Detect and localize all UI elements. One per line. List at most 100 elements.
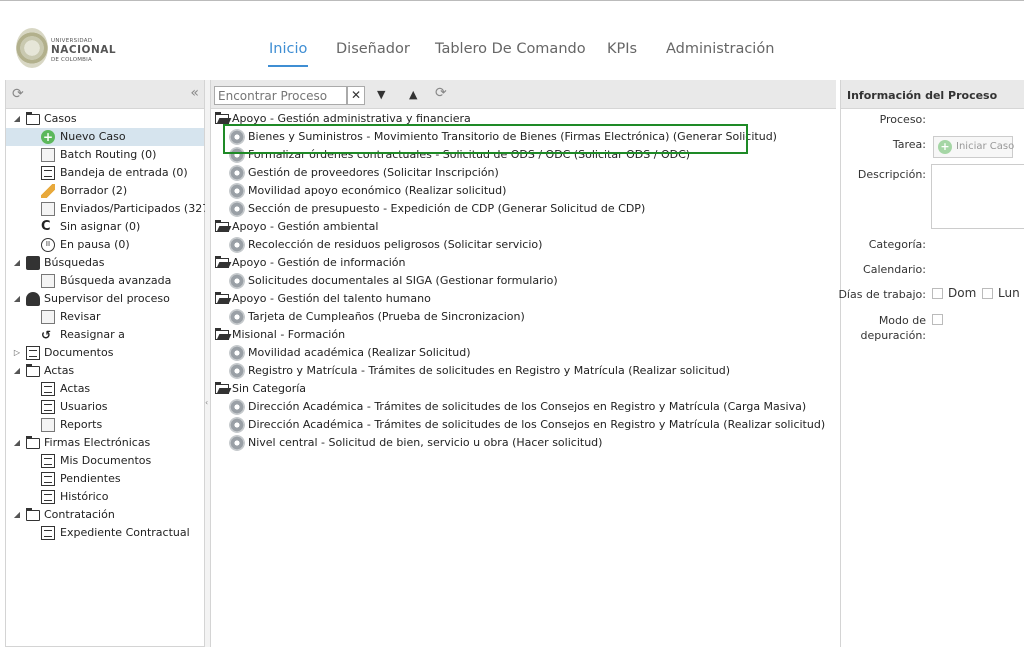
inbox-icon (41, 166, 55, 180)
open-folder-icon (215, 220, 229, 232)
gear-icon (229, 273, 245, 289)
nav-disenador[interactable]: Diseñador (336, 41, 410, 57)
nav-kpis[interactable]: KPIs (607, 41, 637, 57)
collapse-triangle-icon[interactable]: ◢ (12, 110, 22, 128)
sidebar-item-supervisor[interactable]: ◢ Supervisor del proceso (6, 290, 204, 308)
dom-checkbox[interactable] (932, 288, 943, 299)
left-panel: ⟳ « ◢ Casos + Nuevo Caso Batch Routing (… (5, 80, 214, 647)
process-search-input[interactable] (214, 86, 347, 105)
collapse-triangle-icon[interactable]: ◢ (12, 434, 22, 452)
university-logo[interactable]: UNIVERSIDAD NACIONAL DE COLOMBIA (14, 28, 116, 72)
process-info-title: Información del Proceso (841, 80, 1024, 109)
collapse-triangle-icon[interactable]: ◢ (12, 254, 22, 272)
sidebar-item-actas[interactable]: Actas (6, 380, 204, 398)
expand-triangle-icon[interactable]: ▷ (12, 344, 22, 362)
sidebar-item-pendientes[interactable]: Pendientes (6, 470, 204, 488)
process-item-label: Recolección de residuos peligrosos (Soli… (248, 238, 543, 251)
sidebar-item-contratacion[interactable]: ◢ Contratación (6, 506, 204, 524)
dias-label: Días de trabajo: (838, 288, 926, 301)
lun-checkbox[interactable] (982, 288, 993, 299)
sidebar-item-borrador[interactable]: Borrador (2) (6, 182, 204, 200)
batch-routing-icon (41, 148, 55, 162)
gear-icon (229, 363, 245, 379)
sidebar-item-sin-asignar[interactable]: C Sin asignar (0) (6, 218, 204, 236)
cases-folder-icon (26, 112, 40, 125)
sidebar-item-nuevo-caso[interactable]: + Nuevo Caso (6, 128, 204, 146)
list-icon (41, 526, 55, 540)
nav-administracion[interactable]: Administración (666, 41, 774, 57)
list-icon (41, 472, 55, 486)
process-category-label: Apoyo - Gestión ambiental (232, 220, 379, 233)
sidebar-item-label: Firmas Electrónicas (44, 436, 151, 449)
process-category-label: Apoyo - Gestión administrativa y financi… (232, 112, 471, 125)
sidebar-item-casos[interactable]: ◢ Casos (6, 110, 204, 128)
sidebar-item-documentos[interactable]: ▷ Documentos (6, 344, 204, 362)
sidebar-item-label: Sin asignar (0) (60, 220, 141, 233)
plus-circle-icon: + (41, 130, 55, 144)
nav-inicio[interactable]: Inicio (269, 41, 307, 57)
clear-search-button[interactable]: ✕ (347, 86, 365, 105)
sidebar-item-label: Enviados/Participados (327) (60, 202, 214, 215)
sidebar-item-label: Búsquedas (44, 256, 105, 269)
sidebar-item-enviados[interactable]: Enviados/Participados (327) (6, 200, 214, 218)
sidebar-item-en-pausa[interactable]: II En pausa (0) (6, 236, 204, 254)
sidebar-item-reasignar[interactable]: ↺ Reasignar a (6, 326, 204, 344)
debug-mode-checkbox[interactable] (932, 314, 943, 325)
sidebar-item-busqueda-avanzada[interactable]: Búsqueda avanzada (6, 272, 204, 290)
splitter-handle-icon[interactable]: ‹ (205, 398, 208, 407)
sidebar-item-bandeja[interactable]: Bandeja de entrada (0) (6, 164, 204, 182)
gear-icon (229, 417, 245, 433)
process-info-panel: Información del Proceso Proceso: Tarea: … (838, 80, 1024, 647)
process-item-label: Movilidad apoyo económico (Realizar soli… (248, 184, 507, 197)
collapse-left-icon[interactable]: « (190, 85, 199, 101)
nav-active-underline (268, 65, 308, 67)
list-icon (41, 454, 55, 468)
refresh-icon[interactable]: ⟳ (12, 86, 24, 102)
collapse-triangle-icon[interactable]: ◢ (12, 506, 22, 524)
refresh-icon[interactable]: ⟳ (435, 85, 447, 101)
sidebar-item-expediente[interactable]: Expediente Contractual (6, 524, 204, 542)
expand-all-button[interactable]: ▼ (377, 88, 385, 101)
process-category-label: Apoyo - Gestión del talento humano (232, 292, 431, 305)
sidebar-item-firmas[interactable]: ◢ Firmas Electrónicas (6, 434, 204, 452)
modo-label-1: Modo de (878, 314, 926, 327)
seal-icon (16, 28, 48, 68)
sidebar-item-label: Reports (60, 418, 103, 431)
process-panel: ✕ ▼ ▲ ⟳ Apoyo - Gestión administrativa y… (210, 80, 836, 647)
modo-label-2: depuración: (860, 329, 926, 342)
sidebar-item-historico[interactable]: Histórico (6, 488, 204, 506)
sidebar-item-label: Nuevo Caso (60, 130, 126, 143)
process-item-label: Formalizar órdenes contractuales - Solic… (248, 148, 691, 161)
sidebar-item-mis-documentos[interactable]: Mis Documentos (6, 452, 204, 470)
reports-icon (41, 418, 55, 432)
nav-tablero-de-comando[interactable]: Tablero De Comando (435, 41, 586, 57)
sidebar-item-busquedas[interactable]: ◢ Búsquedas (6, 254, 204, 272)
left-toolbar: ⟳ « (6, 80, 204, 109)
sidebar-item-label: Mis Documentos (60, 454, 152, 467)
collapse-triangle-icon[interactable]: ◢ (12, 290, 22, 308)
start-case-label: Iniciar Caso (956, 141, 1015, 152)
sidebar-item-batch-routing[interactable]: Batch Routing (0) (6, 146, 204, 164)
gear-icon (229, 345, 245, 361)
sidebar-item-label: Documentos (44, 346, 114, 359)
open-folder-icon (215, 382, 229, 394)
categoria-label: Categoría: (868, 238, 926, 251)
sidebar-item-reports[interactable]: Reports (6, 416, 204, 434)
process-item-label: Sección de presupuesto - Expedición de C… (248, 202, 646, 215)
binoculars-icon (26, 256, 40, 270)
collapse-triangle-icon[interactable]: ◢ (12, 362, 22, 380)
calendario-label: Calendario: (863, 263, 926, 276)
sidebar-item-usuarios[interactable]: Usuarios (6, 398, 204, 416)
process-category-label: Sin Categoría (232, 382, 307, 395)
sidebar-item-actas-folder[interactable]: ◢ Actas (6, 362, 204, 380)
header: UNIVERSIDAD NACIONAL DE COLOMBIA Inicio … (0, 3, 1024, 79)
sidebar-item-label: Pendientes (60, 472, 121, 485)
description-box (931, 164, 1024, 229)
process-category-label: Apoyo - Gestión de información (232, 256, 406, 269)
folder-icon (26, 508, 40, 521)
list-icon (41, 400, 55, 414)
list-icon (41, 382, 55, 396)
collapse-all-button[interactable]: ▲ (409, 88, 417, 101)
sidebar-item-revisar[interactable]: Revisar (6, 308, 204, 326)
start-case-button[interactable]: + Iniciar Caso (933, 136, 1015, 158)
